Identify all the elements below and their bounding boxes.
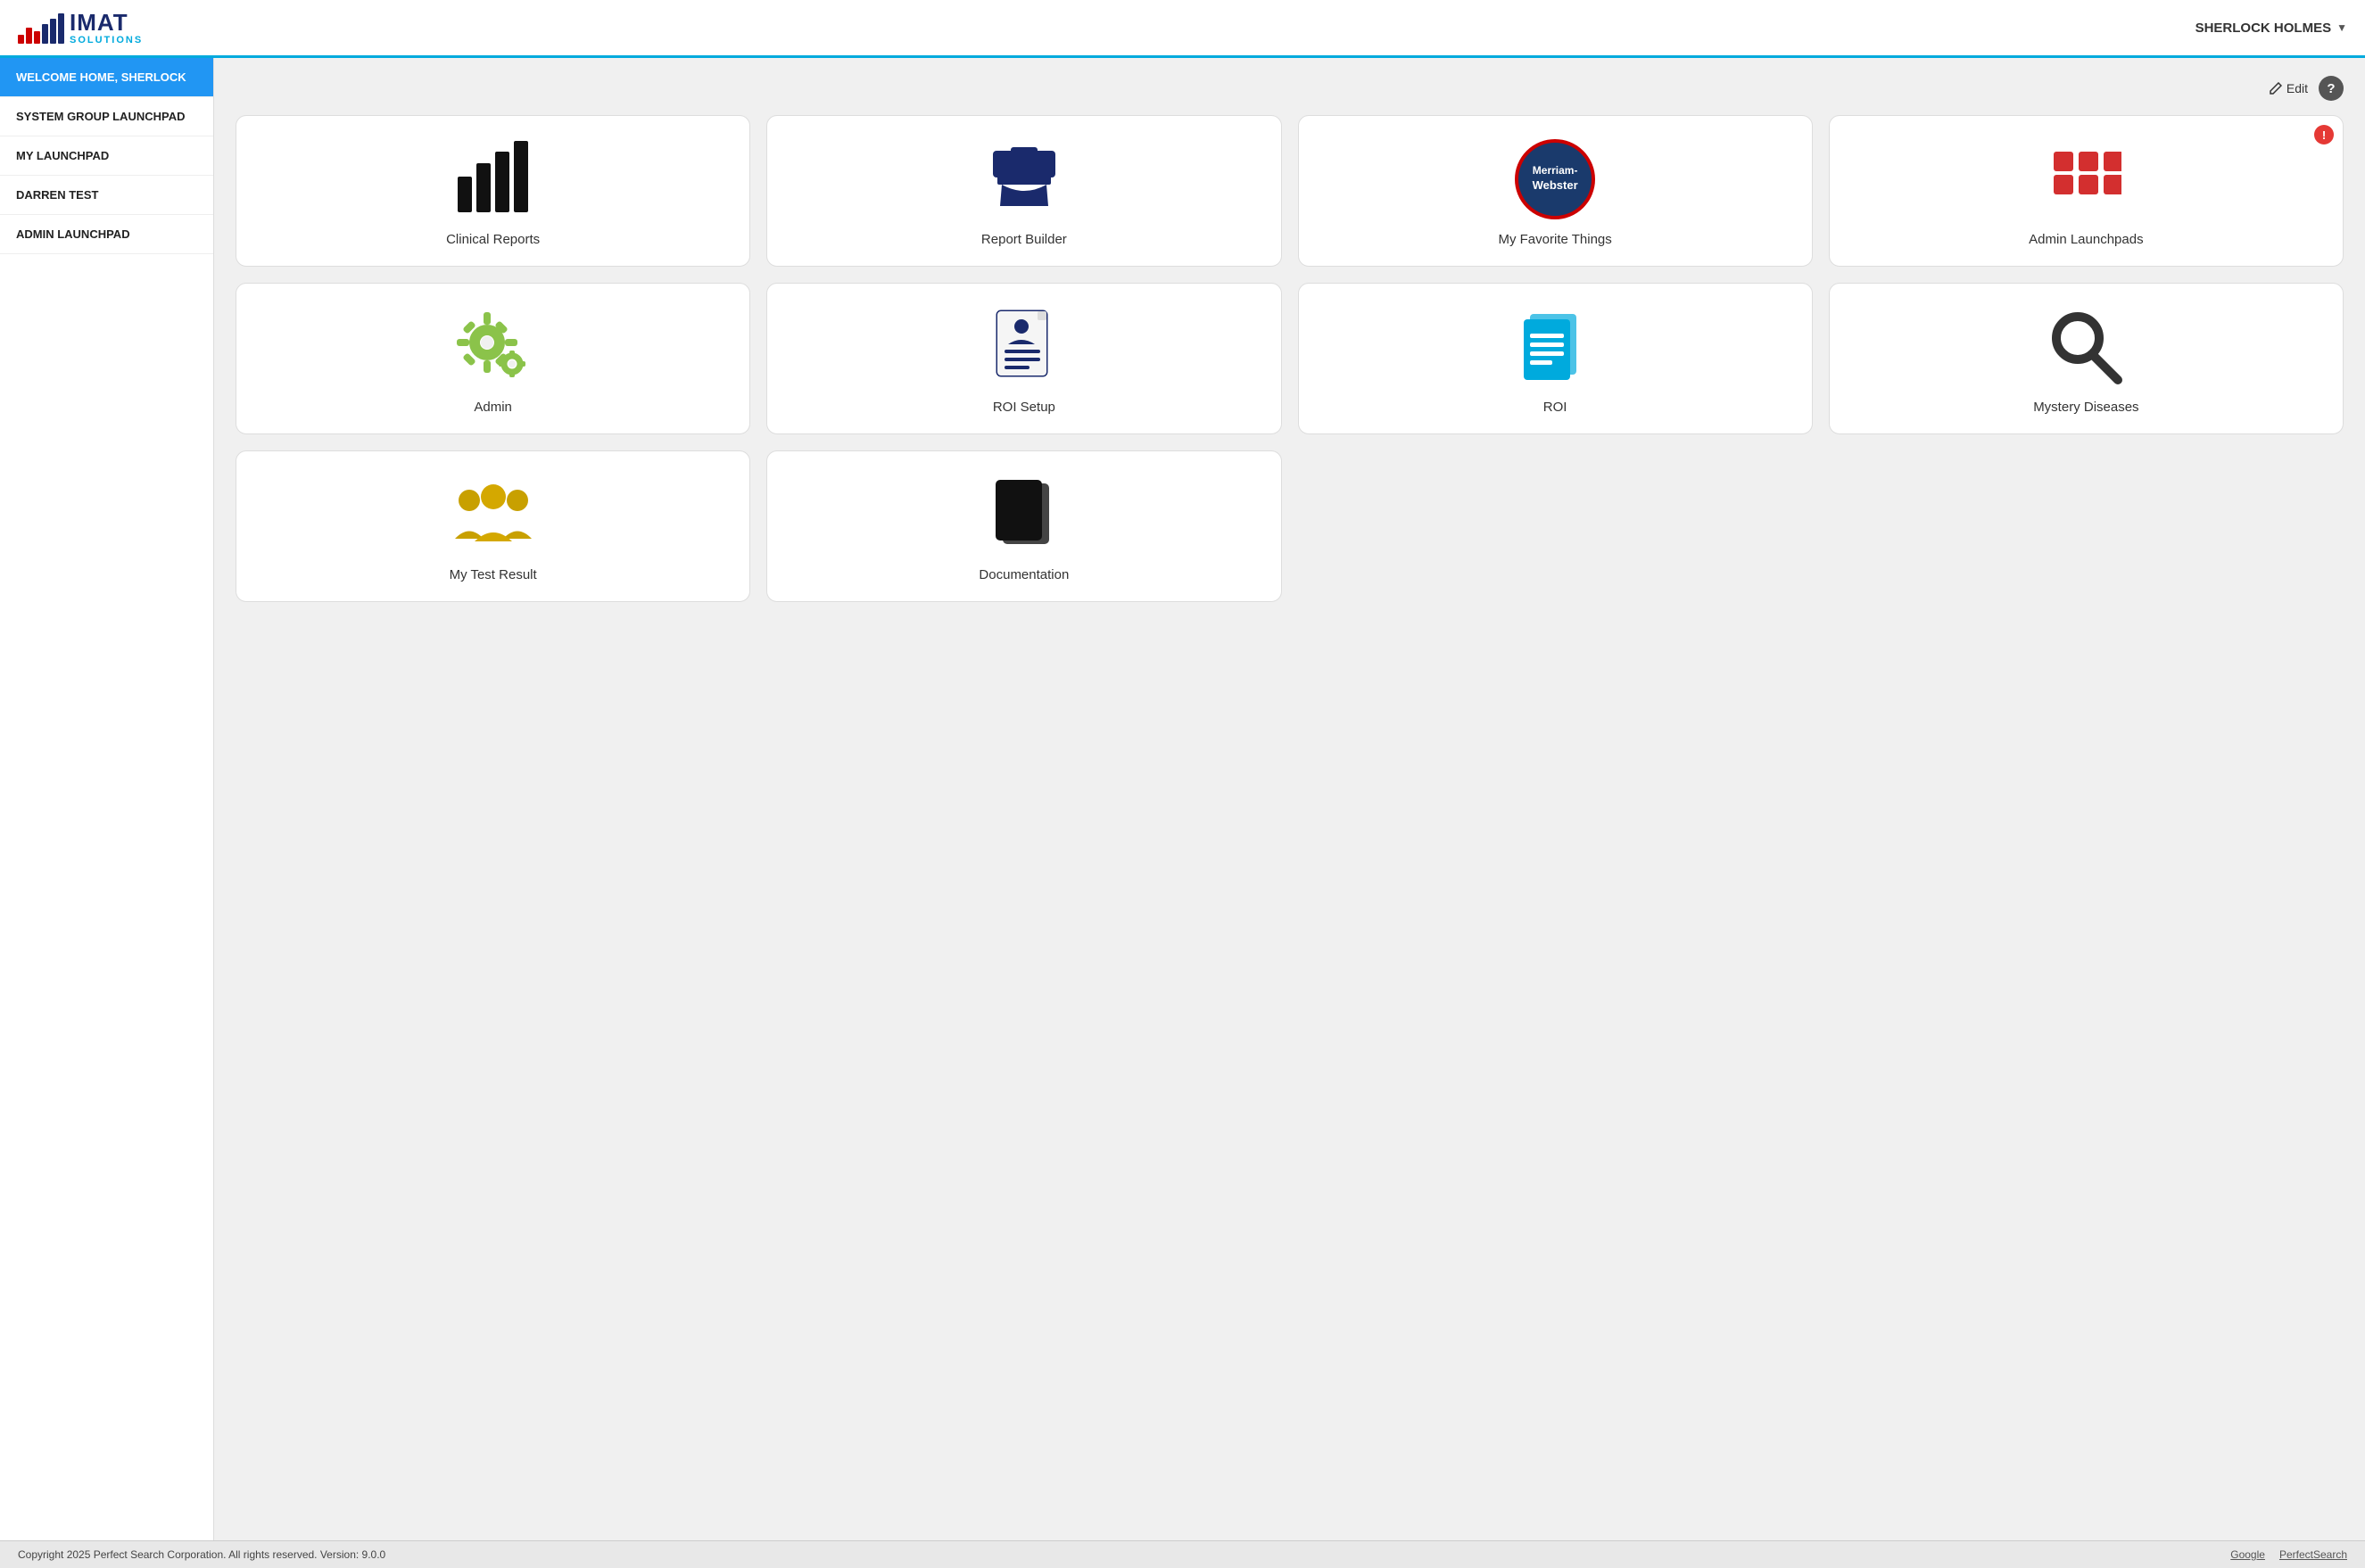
sidebar-item-label: WELCOME HOME, SHERLOCK bbox=[16, 70, 186, 84]
pencil-icon bbox=[2270, 82, 2282, 95]
doc-stack-icon bbox=[992, 475, 1056, 555]
alert-badge: ! bbox=[2314, 125, 2334, 144]
tile-admin-launchpads[interactable]: ! Admin Launchpads bbox=[1829, 115, 2344, 267]
roi-doc-icon bbox=[1519, 307, 1591, 387]
tile-label: My Test Result bbox=[450, 567, 537, 582]
tile-label: ROI bbox=[1543, 400, 1567, 415]
tile-label: ROI Setup bbox=[993, 400, 1055, 415]
app-header: IMAT SOLUTIONS SHERLOCK HOLMES ▼ bbox=[0, 0, 2365, 58]
edit-button[interactable]: Edit bbox=[2270, 81, 2308, 95]
tile-label: Mystery Diseases bbox=[2033, 400, 2138, 415]
tile-my-test-result[interactable]: My Test Result bbox=[236, 450, 750, 602]
tile-label: Report Builder bbox=[981, 232, 1067, 247]
roi-setup-doc-icon bbox=[990, 307, 1057, 387]
google-link[interactable]: Google bbox=[2230, 1548, 2265, 1561]
tile-documentation[interactable]: Documentation bbox=[766, 450, 1281, 602]
tile-label: Clinical Reports bbox=[446, 232, 540, 247]
tile-mystery-diseases[interactable]: Mystery Diseases bbox=[1829, 283, 2344, 434]
grid-red-icon bbox=[2050, 139, 2121, 219]
main-layout: WELCOME HOME, SHERLOCK SYSTEM GROUP LAUN… bbox=[0, 58, 2365, 1540]
user-menu[interactable]: SHERLOCK HOLMES ▼ bbox=[2195, 21, 2347, 36]
users-icon bbox=[453, 475, 533, 555]
merriam-webster-icon: Merriam- Webster bbox=[1515, 139, 1595, 219]
tile-roi-setup[interactable]: ROI Setup bbox=[766, 283, 1281, 434]
logo-imat-text: IMAT bbox=[70, 10, 143, 36]
sidebar-item-my-launchpad[interactable]: MY LAUNCHPAD bbox=[0, 136, 213, 176]
main-content: Edit ? Clinical Reports bbox=[214, 58, 2365, 1540]
tile-label: Admin bbox=[474, 400, 512, 415]
sidebar-item-welcome[interactable]: WELCOME HOME, SHERLOCK bbox=[0, 58, 213, 97]
sidebar: WELCOME HOME, SHERLOCK SYSTEM GROUP LAUN… bbox=[0, 58, 214, 1540]
tile-label: Documentation bbox=[979, 567, 1069, 582]
magnifier-icon bbox=[2048, 307, 2124, 387]
logo-bars-icon bbox=[18, 12, 64, 44]
gear-icon bbox=[453, 307, 533, 387]
tile-roi[interactable]: ROI bbox=[1298, 283, 1813, 434]
user-name: SHERLOCK HOLMES bbox=[2195, 21, 2332, 36]
footer-links: Google PerfectSearch bbox=[2230, 1548, 2347, 1561]
chevron-down-icon: ▼ bbox=[2336, 21, 2347, 34]
sidebar-item-label: DARREN TEST bbox=[16, 188, 98, 202]
sidebar-item-system-group[interactable]: SYSTEM GROUP LAUNCHPAD bbox=[0, 97, 213, 136]
tile-label: My Favorite Things bbox=[1498, 232, 1611, 247]
sidebar-item-label: ADMIN LAUNCHPAD bbox=[16, 227, 130, 241]
bar-chart-icon bbox=[453, 139, 533, 219]
sidebar-item-admin-launchpad[interactable]: ADMIN LAUNCHPAD bbox=[0, 215, 213, 254]
logo-solutions-text: SOLUTIONS bbox=[70, 35, 143, 45]
sidebar-item-darren-test[interactable]: DARREN TEST bbox=[0, 176, 213, 215]
tile-label: Admin Launchpads bbox=[2029, 232, 2143, 247]
help-button[interactable]: ? bbox=[2319, 76, 2344, 101]
logo-text: IMAT SOLUTIONS bbox=[70, 10, 143, 46]
logo: IMAT SOLUTIONS bbox=[18, 10, 143, 46]
anvil-icon bbox=[984, 139, 1064, 219]
perfectsearch-link[interactable]: PerfectSearch bbox=[2279, 1548, 2347, 1561]
tile-clinical-reports[interactable]: Clinical Reports bbox=[236, 115, 750, 267]
sidebar-item-label: SYSTEM GROUP LAUNCHPAD bbox=[16, 110, 185, 123]
toolbar: Edit ? bbox=[236, 76, 2344, 101]
tile-my-favorite-things[interactable]: Merriam- Webster My Favorite Things bbox=[1298, 115, 1813, 267]
tile-report-builder[interactable]: Report Builder bbox=[766, 115, 1281, 267]
sidebar-item-label: MY LAUNCHPAD bbox=[16, 149, 109, 162]
tiles-grid: Clinical Reports Report Builder bbox=[236, 115, 2344, 602]
copyright-text: Copyright 2025 Perfect Search Corporatio… bbox=[18, 1548, 385, 1561]
tile-admin[interactable]: Admin bbox=[236, 283, 750, 434]
app-footer: Copyright 2025 Perfect Search Corporatio… bbox=[0, 1540, 2365, 1568]
